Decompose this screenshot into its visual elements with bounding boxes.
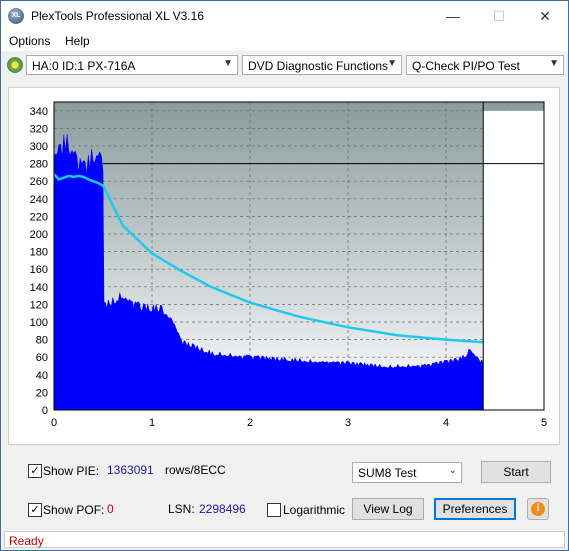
drive-select-value: HA:0 ID:1 PX-716A (32, 59, 136, 73)
chevron-down-icon: ▼ (223, 58, 233, 69)
y-tick-label: 340 (30, 106, 48, 118)
y-tick-label: 320 (30, 123, 48, 135)
y-tick-label: 160 (30, 264, 48, 276)
logarithmic-label: Logarithmic (283, 503, 346, 517)
y-tick-label: 100 (30, 317, 48, 329)
x-tick-label: 1 (149, 417, 155, 429)
y-tick-label: 280 (30, 159, 48, 171)
preferences-button[interactable]: Preferences (434, 498, 516, 520)
x-tick-label: 4 (443, 417, 449, 429)
test-select[interactable]: Q-Check PI/PO Test ▼ (406, 55, 564, 75)
y-tick-label: 20 (36, 387, 48, 399)
view-log-button[interactable]: View Log (352, 498, 424, 520)
pi-po-chart: 0204060801001201401601802002202402602803… (30, 101, 547, 429)
y-tick-label: 200 (30, 229, 48, 241)
app-logo-icon: XL (8, 8, 24, 24)
y-tick-label: 0 (42, 405, 48, 417)
lsn-label: LSN: (168, 502, 195, 516)
y-tick-label: 240 (30, 194, 48, 206)
chevron-down-icon: ▼ (549, 58, 559, 69)
window-title: PlexTools Professional XL V3.16 (31, 9, 204, 23)
close-button[interactable]: ✕ (522, 1, 568, 31)
function-select-value: DVD Diagnostic Functions (248, 59, 389, 73)
show-pof-checkbox[interactable]: ✓ (28, 503, 42, 517)
chevron-down-icon: ▼ (387, 58, 397, 69)
pie-value: 1363091 (107, 463, 154, 477)
y-tick-label: 260 (30, 176, 48, 188)
y-tick-label: 300 (30, 141, 48, 153)
drive-icon (7, 57, 23, 73)
drive-select[interactable]: HA:0 ID:1 PX-716A ▼ (26, 55, 238, 75)
pof-value: 0 (107, 502, 114, 516)
start-button[interactable]: Start (481, 461, 551, 483)
unused-region (483, 110, 544, 411)
logarithmic-checkbox[interactable] (267, 503, 281, 517)
chart-panel: 0 20 40 60 80 100 120 140 160 180 200 220 240 260 280 3… (8, 87, 560, 445)
show-pof-label: Show POF: (43, 503, 105, 517)
minimize-button[interactable]: — (430, 1, 476, 31)
menu-bar: Options Help (1, 31, 568, 51)
y-tick-label: 220 (30, 211, 48, 223)
menu-help[interactable]: Help (65, 34, 90, 48)
test-select-value: Q-Check PI/PO Test (412, 59, 520, 73)
lsn-value: 2298496 (199, 502, 246, 516)
x-tick-label: 2 (247, 417, 253, 429)
info-button[interactable]: i (527, 498, 549, 520)
x-tick-label: 0 (51, 417, 57, 429)
toolbar: HA:0 ID:1 PX-716A ▼ DVD Diagnostic Funct… (1, 53, 568, 79)
x-tick-label: 3 (345, 417, 351, 429)
main-window: XL PlexTools Professional XL V3.16 — ☐ ✕… (0, 0, 569, 551)
y-tick-label: 40 (36, 370, 48, 382)
title-bar: XL PlexTools Professional XL V3.16 — ☐ ✕ (1, 1, 568, 31)
y-tick-label: 120 (30, 299, 48, 311)
status-text: Ready (9, 534, 44, 548)
sum-test-select[interactable]: SUM8 Test ⌄ (352, 462, 462, 483)
rows-label: rows/8ECC (165, 463, 226, 477)
show-pie-checkbox[interactable]: ✓ (28, 464, 42, 478)
show-pie-label: Show PIE: (43, 464, 100, 478)
chevron-down-icon: ⌄ (448, 465, 457, 476)
sum-test-value: SUM8 Test (358, 466, 417, 480)
y-tick-label: 140 (30, 282, 48, 294)
info-icon: i (531, 502, 545, 516)
maximize-button[interactable]: ☐ (476, 1, 522, 31)
y-tick-label: 60 (36, 352, 48, 364)
function-select[interactable]: DVD Diagnostic Functions ▼ (242, 55, 402, 75)
x-tick-label: 5 (541, 417, 547, 429)
menu-options[interactable]: Options (9, 34, 50, 48)
y-tick-label: 180 (30, 247, 48, 259)
bottom-controls: ✓ Show PIE: 1363091 rows/8ECC ✓ Show POF… (8, 449, 558, 527)
y-tick-label: 80 (36, 335, 48, 347)
status-bar: Ready (4, 531, 565, 548)
